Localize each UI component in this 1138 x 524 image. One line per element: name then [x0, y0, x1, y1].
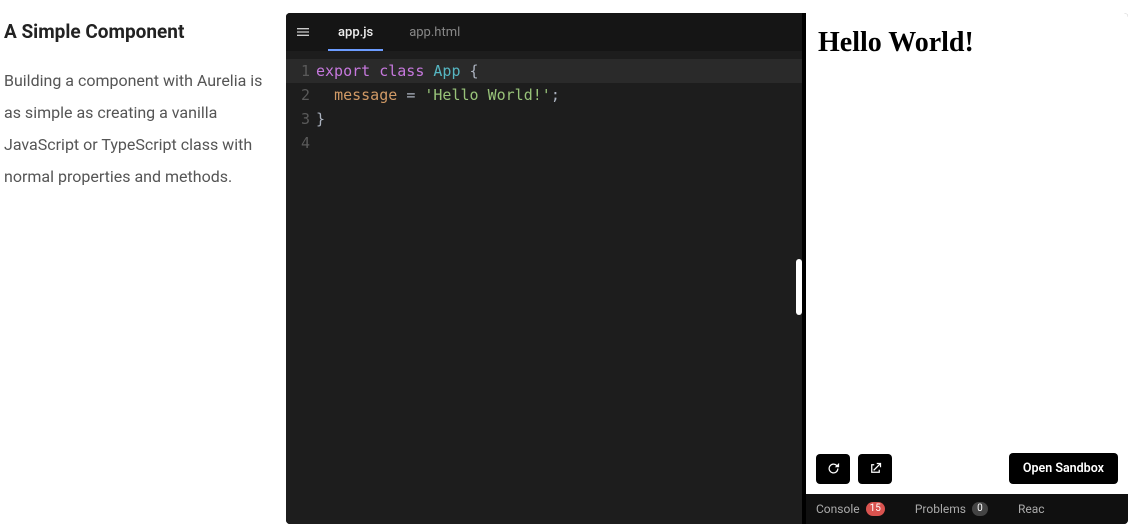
hamburger-icon: [295, 24, 311, 40]
editor-pane: app.jsapp.html 1234 export class App { m…: [286, 13, 802, 524]
doc-title: A Simple Component: [4, 20, 268, 43]
preview-actions: Open Sandbox: [806, 447, 1128, 494]
preview-pane: Hello World! Open Sandbox Console 15 Pro…: [802, 13, 1128, 524]
console-badge: 15: [866, 502, 885, 516]
editor-tab-app-html[interactable]: app.html: [391, 13, 478, 51]
open-sandbox-button[interactable]: Open Sandbox: [1009, 453, 1118, 484]
hamburger-menu-button[interactable]: [286, 13, 320, 51]
console-tab[interactable]: Console 15: [816, 502, 885, 516]
preview-output: Hello World!: [806, 13, 1128, 447]
console-tab-label: Console: [816, 502, 860, 516]
bottom-tabs: Console 15 Problems 0 Reac: [806, 494, 1128, 524]
sandbox: app.jsapp.html 1234 export class App { m…: [286, 13, 1128, 524]
open-external-icon: [868, 461, 883, 476]
problems-tab[interactable]: Problems 0: [915, 502, 988, 516]
preview-heading: Hello World!: [818, 27, 1116, 59]
refresh-icon: [826, 461, 841, 476]
problems-tab-label: Problems: [915, 502, 966, 516]
refresh-button[interactable]: [816, 454, 850, 484]
editor-tabs: app.jsapp.html: [286, 13, 802, 51]
problems-badge: 0: [972, 502, 988, 516]
doc-body: Building a component with Aurelia is as …: [4, 65, 268, 193]
react-tab[interactable]: Reac: [1018, 502, 1045, 516]
doc-panel: A Simple Component Building a component …: [0, 0, 286, 524]
line-gutter: 1234: [286, 59, 316, 524]
react-tab-label: Reac: [1018, 502, 1045, 516]
open-external-button[interactable]: [858, 454, 892, 484]
code-area[interactable]: 1234 export class App { message = 'Hello…: [286, 51, 802, 524]
editor-tab-app-js[interactable]: app.js: [320, 13, 391, 51]
code-lines[interactable]: export class App { message = 'Hello Worl…: [316, 59, 802, 524]
